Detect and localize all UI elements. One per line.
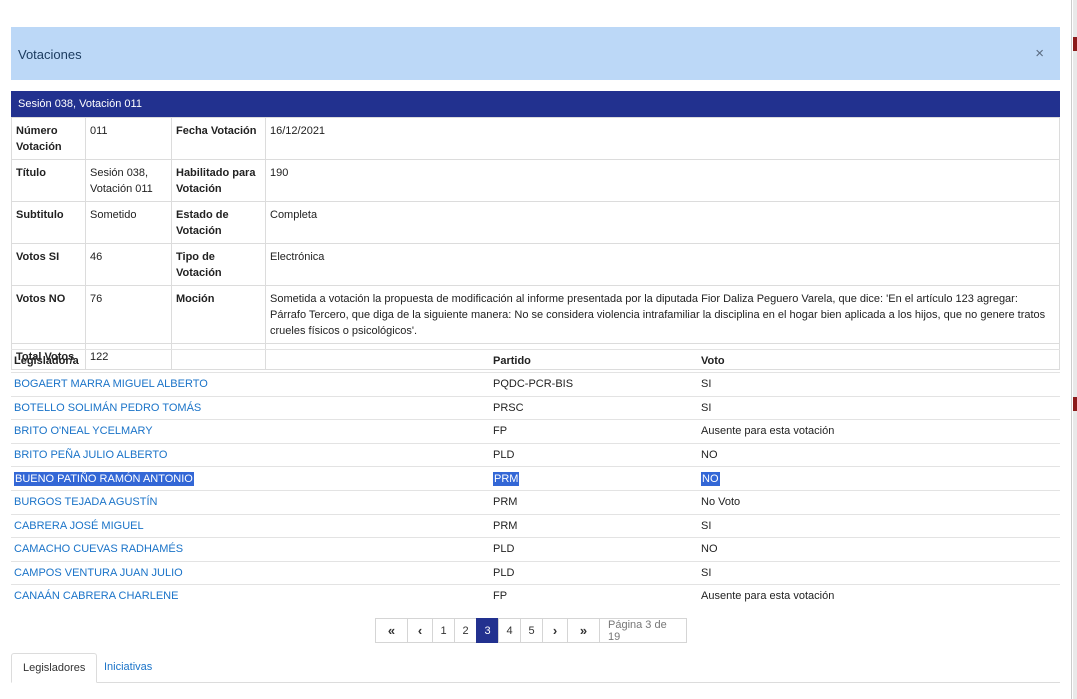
voto-cell: SI (701, 401, 712, 414)
voto-cell: SI (701, 566, 712, 579)
chevron-right-icon: › (552, 623, 558, 638)
votos-si-label: Votos SI (11, 243, 86, 286)
partido-cell: PRM (493, 472, 520, 487)
first-page-button[interactable]: « (375, 618, 408, 643)
modal-title: Votaciones (18, 47, 82, 62)
legislator-link[interactable]: BOTELLO SOLIMÁN PEDRO TOMÁS (14, 402, 201, 414)
page-button-5[interactable]: 5 (520, 618, 543, 643)
voto-header: Voto (701, 355, 725, 367)
legislador-header: Legislador/a (14, 355, 79, 367)
estado-label: Estado de Votación (171, 201, 266, 244)
voto-cell: Ausente para esta votación (701, 590, 835, 603)
session-title: Sesión 038, Votación 011 (18, 98, 142, 110)
table-row: BURGOS TEJADA AGUSTÍN PRM No Voto (11, 489, 1060, 514)
legislator-link[interactable]: CAMPOS VENTURA JUAN JULIO (14, 567, 183, 579)
last-page-button[interactable]: » (567, 618, 600, 643)
page-button-2[interactable]: 2 (454, 618, 477, 643)
titulo-value: Sesión 038, Votación 011 (85, 159, 172, 202)
partido-cell: FP (493, 590, 508, 603)
partido-cell: PRM (493, 519, 518, 532)
legislator-link[interactable]: BRITO O'NEAL YCELMARY (14, 425, 153, 437)
habilitado-value: 190 (265, 159, 1060, 202)
vote-info-table: Número Votación 011 Fecha Votación 16/12… (11, 117, 1060, 370)
numero-label: Número Votación (11, 117, 86, 160)
session-header-bar: Sesión 038, Votación 011 (11, 91, 1060, 117)
fecha-value: 16/12/2021 (265, 117, 1060, 160)
background-mark (1073, 397, 1077, 411)
partido-cell: FP (493, 425, 508, 438)
next-page-button[interactable]: › (542, 618, 568, 643)
partido-cell: PQDC-PCR-BIS (493, 378, 574, 390)
partido-cell: PLD (493, 543, 515, 556)
background-page-edge (1073, 0, 1077, 699)
tab-bar: Legisladores Iniciativas (11, 653, 1060, 683)
table-row: BRITO PEÑA JULIO ALBERTO PLD NO (11, 442, 1060, 467)
legislator-link[interactable]: CANAÁN CABRERA CHARLENE (14, 590, 178, 602)
legislator-link[interactable]: BRITO PEÑA JULIO ALBERTO (14, 449, 167, 461)
votos-si-value: 46 (85, 243, 172, 286)
table-row: CAMACHO CUEVAS RADHAMÉS PLD NO (11, 537, 1060, 561)
habilitado-label: Habilitado para Votación (171, 159, 266, 202)
legislator-link[interactable]: BURGOS TEJADA AGUSTÍN (14, 496, 157, 508)
table-row: CAMPOS VENTURA JUAN JULIO PLD SI (11, 560, 1060, 585)
titulo-label: Título (11, 159, 86, 202)
legislator-link[interactable]: BUENO PATIÑO RAMÓN ANTONIO (14, 472, 194, 487)
page-button-3[interactable]: 3 (476, 618, 499, 643)
close-icon[interactable]: × (1035, 45, 1044, 62)
legislators-table: Legislador/a Partido Voto BOGAERT MARRA … (11, 349, 1060, 608)
fecha-label: Fecha Votación (171, 117, 266, 160)
legislator-link[interactable]: BOGAERT MARRA MIGUEL ALBERTO (14, 378, 208, 390)
prev-page-button[interactable]: ‹ (407, 618, 433, 643)
table-row-selected: BUENO PATIÑO RAMÓN ANTONIO PRM NO (11, 466, 1060, 490)
tipo-value: Electrónica (265, 243, 1060, 286)
voto-cell: SI (701, 378, 712, 390)
voto-cell: NO (701, 543, 718, 556)
partido-cell: PLD (493, 566, 515, 579)
table-row: BOTELLO SOLIMÁN PEDRO TOMÁS PRSC SI (11, 395, 1060, 420)
table-row: BOGAERT MARRA MIGUEL ALBERTO PQDC-PCR-BI… (11, 372, 1060, 396)
table-header-row: Legislador/a Partido Voto (11, 349, 1060, 372)
numero-value: 011 (85, 117, 172, 160)
tipo-label: Tipo de Votación (171, 243, 266, 286)
voto-cell: NO (701, 448, 718, 461)
mocion-value: Sometida a votación la propuesta de modi… (265, 285, 1060, 344)
legislator-link[interactable]: CABRERA JOSÉ MIGUEL (14, 520, 144, 532)
partido-cell: PRM (493, 495, 518, 508)
tab-legisladores[interactable]: Legisladores (11, 653, 98, 683)
subtitulo-value: Sometido (85, 201, 172, 244)
chevron-left-icon: ‹ (417, 623, 423, 638)
subtitulo-label: Subtitulo (11, 201, 86, 244)
partido-cell: PLD (493, 448, 515, 461)
page-button-4[interactable]: 4 (498, 618, 521, 643)
mocion-label: Moción (171, 285, 266, 344)
page-info: Página 3 de 19 (599, 618, 687, 643)
voto-cell: No Voto (701, 495, 741, 508)
pagination: « ‹ 1 2 3 4 5 › » Página 3 de 19 (375, 618, 687, 643)
voto-cell: SI (701, 519, 712, 532)
background-mark (1073, 37, 1077, 51)
partido-header: Partido (493, 355, 531, 367)
votos-no-label: Votos NO (11, 285, 86, 344)
page-button-1[interactable]: 1 (432, 618, 455, 643)
votaciones-modal: Votaciones × Sesión 038, Votación 011 Nú… (0, 0, 1072, 699)
double-chevron-left-icon: « (387, 623, 396, 638)
tab-iniciativas[interactable]: Iniciativas (93, 653, 163, 683)
modal-header: Votaciones × (11, 27, 1060, 80)
legislator-link[interactable]: CAMACHO CUEVAS RADHAMÉS (14, 543, 183, 555)
voto-cell: NO (701, 472, 720, 487)
double-chevron-right-icon: » (579, 623, 588, 638)
table-row: CABRERA JOSÉ MIGUEL PRM SI (11, 513, 1060, 538)
voto-cell: Ausente para esta votación (701, 425, 835, 438)
table-row: BRITO O'NEAL YCELMARY FP Ausente para es… (11, 419, 1060, 443)
table-row: CANAÁN CABRERA CHARLENE FP Ausente para … (11, 584, 1060, 608)
partido-cell: PRSC (493, 401, 524, 414)
votos-no-value: 76 (85, 285, 172, 344)
estado-value: Completa (265, 201, 1060, 244)
